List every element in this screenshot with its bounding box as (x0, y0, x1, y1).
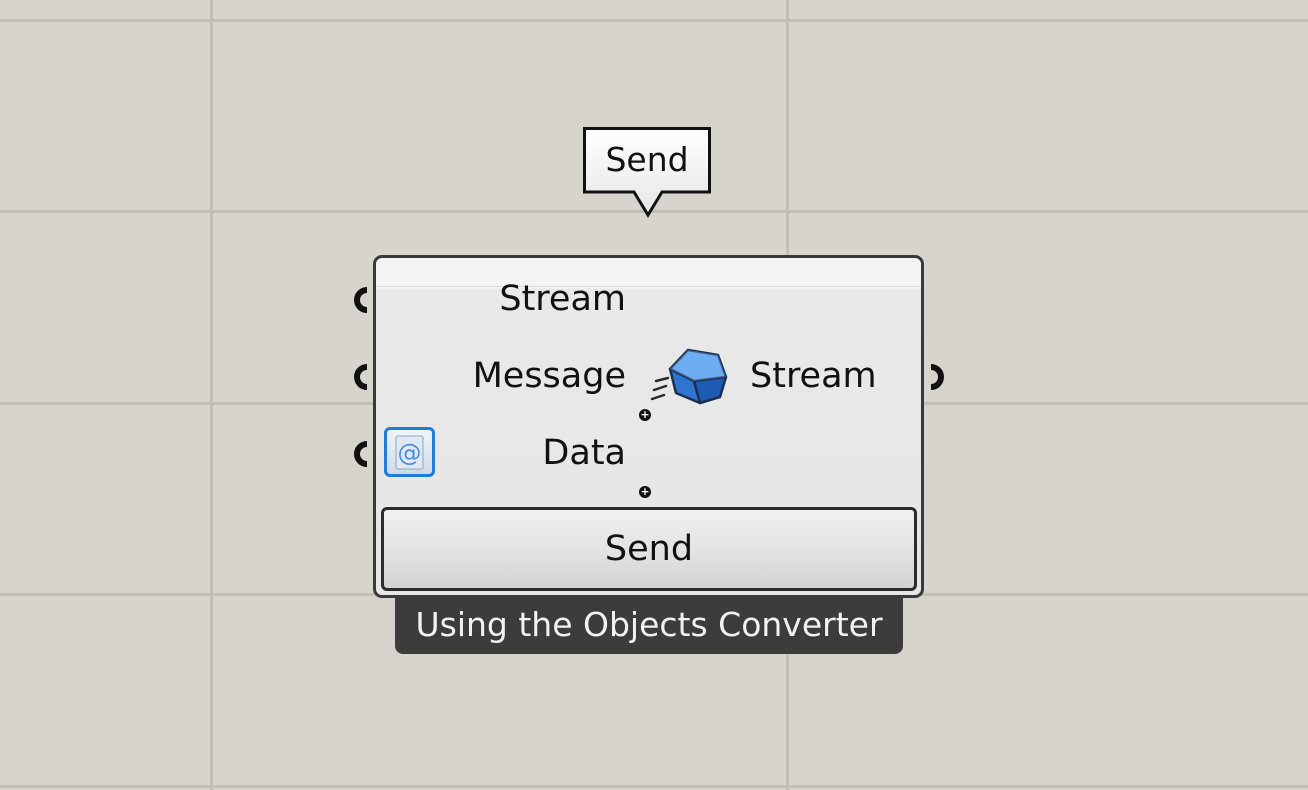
input-label-message[interactable]: Message (420, 356, 626, 396)
input-label-data[interactable]: Data (440, 433, 626, 473)
add-input-plus-icon[interactable]: + (639, 486, 651, 498)
send-button[interactable]: Send (381, 507, 917, 591)
component-caption: Using the Objects Converter (395, 597, 903, 654)
component-tooltip: Send (583, 127, 711, 218)
svg-text:@: @ (398, 439, 422, 467)
stream-cube-icon (648, 345, 732, 409)
tooltip-text: Send (605, 140, 689, 179)
output-label-stream[interactable]: Stream (750, 356, 884, 396)
canvas-grid-line (0, 785, 1308, 788)
input-label-stream[interactable]: Stream (420, 279, 626, 319)
at-sign-icon: @ (384, 427, 435, 477)
add-input-plus-icon[interactable]: + (639, 409, 651, 421)
canvas-grid-line (0, 19, 1308, 22)
canvas-grid-line (210, 0, 213, 790)
